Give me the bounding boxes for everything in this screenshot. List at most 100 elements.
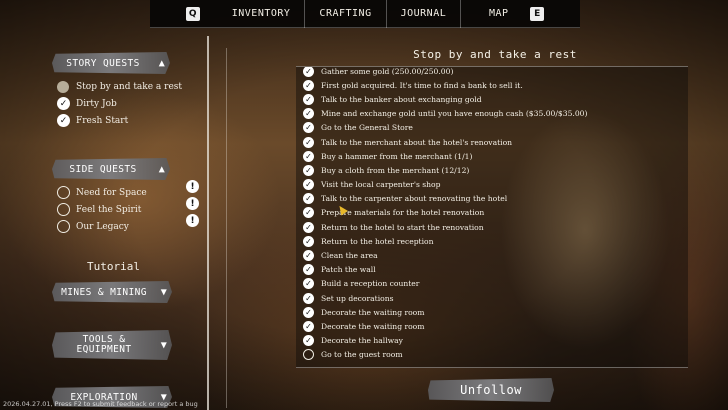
- quest-task: ✓ Build a reception counter: [303, 277, 587, 291]
- side-quests-label: SIDE QUESTS: [69, 163, 137, 175]
- check-icon: ✓: [57, 114, 70, 127]
- quest-task-label: Buy a hammer from the merchant (1/1): [321, 151, 473, 161]
- check-icon: ✓: [303, 67, 314, 77]
- check-icon: ✓: [303, 108, 314, 120]
- quest-task: ✓ Decorate the waiting room: [303, 319, 587, 333]
- quest-task: ✓ Patch the wall: [303, 263, 587, 277]
- quest-task-label: Decorate the waiting room: [321, 321, 425, 331]
- check-icon: ✓: [303, 292, 314, 304]
- q-key-hint[interactable]: Q: [185, 6, 200, 21]
- side-quest-item[interactable]: Need for Space: [57, 186, 147, 199]
- quest-task: ✓ Buy a cloth from the merchant (12/12): [303, 163, 587, 177]
- check-icon: ✓: [303, 221, 314, 233]
- exclamation-icon: !: [186, 214, 199, 227]
- check-icon: ✓: [303, 250, 314, 262]
- quest-task-panel[interactable]: ✓ Gather some gold (250.00/250.00) ✓ First…: [296, 66, 688, 368]
- quest-task-label: Buy a cloth from the merchant (12/12): [321, 165, 470, 175]
- check-icon: ✓: [303, 136, 314, 148]
- check-icon: ✓: [303, 320, 314, 332]
- tutorial-section-label: MINES & MINING: [61, 286, 147, 298]
- quest-title: Stop by and take a rest: [413, 48, 577, 61]
- tutorial-mines-mining[interactable]: MINES & MINING ▼: [52, 281, 172, 303]
- incomplete-quest-icon: [57, 220, 70, 233]
- check-icon: ✓: [303, 278, 314, 290]
- side-quest-label: Our Legacy: [76, 221, 129, 232]
- check-icon: ✓: [303, 150, 314, 162]
- check-icon: ✓: [303, 306, 314, 318]
- quest-task-label: Return to the hotel to start the renovat…: [321, 222, 484, 232]
- quest-task: ✓ Return to the hotel to start the renova…: [303, 220, 587, 234]
- top-navigation: Q INVENTORY CRAFTING JOURNAL MAP E: [150, 0, 580, 28]
- tutorial-section-line: EQUIPMENT: [76, 344, 132, 355]
- check-icon: ✓: [303, 179, 314, 191]
- quest-task-label: Gather some gold (250.00/250.00): [321, 66, 454, 76]
- chevron-down-icon: ▼: [160, 339, 168, 351]
- quest-task: ✓ Talk to the carpenter about renovating …: [303, 192, 587, 206]
- story-quest-label: Fresh Start: [76, 115, 129, 126]
- quest-task: ✓ Set up decorations: [303, 291, 587, 305]
- check-icon: ✓: [303, 235, 314, 247]
- quest-task-label: Visit the local carpenter's shop: [321, 180, 441, 190]
- tab-journal[interactable]: JOURNAL: [385, 0, 461, 28]
- side-quest-item[interactable]: Feel the Spirit: [57, 203, 141, 216]
- story-quests-header[interactable]: STORY QUESTS ▲: [52, 52, 170, 74]
- quest-task: ✓ Gather some gold (250.00/250.00): [303, 66, 587, 78]
- quest-task: ✓ Return to the hotel reception: [303, 234, 587, 248]
- quest-task: ✓ Go to the General Store: [303, 121, 587, 135]
- story-quest-item[interactable]: ✓ Fresh Start: [57, 114, 128, 127]
- tutorial-section-label: TOOLS & EQUIPMENT: [52, 335, 156, 355]
- tutorial-title: Tutorial: [87, 260, 140, 273]
- side-quest-item[interactable]: Our Legacy: [57, 220, 129, 233]
- check-icon: ✓: [303, 164, 314, 176]
- quest-task: ✓ Talk to the merchant about the hotel's …: [303, 135, 587, 149]
- check-icon: ✓: [57, 97, 70, 110]
- story-quest-item[interactable]: ✓ Dirty Job: [57, 97, 117, 110]
- tab-inventory[interactable]: INVENTORY: [218, 0, 305, 28]
- quest-task-label: Clean the area: [321, 251, 378, 261]
- build-version-footer: 2026.04.27.01, Press F2 to submit feedba…: [3, 400, 198, 408]
- check-icon: ✓: [303, 122, 314, 134]
- quest-task-label: Return to the hotel reception: [321, 236, 434, 246]
- chevron-up-icon: ▲: [158, 163, 166, 175]
- unfollow-button[interactable]: Unfollow: [428, 378, 554, 402]
- quest-task: ✓ Clean the area: [303, 248, 587, 262]
- quest-task-label: Go to the General Store: [321, 123, 413, 133]
- quest-task-label: First gold acquired. It's time to find a…: [321, 80, 523, 90]
- quest-task-label: Decorate the waiting room: [321, 307, 425, 317]
- quest-task-list: ✓ Gather some gold (250.00/250.00) ✓ First…: [303, 66, 587, 362]
- side-quests-header[interactable]: SIDE QUESTS ▲: [52, 158, 170, 180]
- quest-task: ✓ Visit the local carpenter's shop: [303, 178, 587, 192]
- side-quest-label: Feel the Spirit: [76, 204, 142, 215]
- quest-task-label: Talk to the banker about exchanging gold: [321, 94, 482, 104]
- quest-task-label: Talk to the merchant about the hotel's r…: [321, 137, 513, 147]
- incomplete-quest-icon: [57, 203, 70, 216]
- story-quest-label: Stop by and take a rest: [76, 82, 183, 92]
- story-quest-item[interactable]: Stop by and take a rest: [57, 81, 182, 93]
- story-quests-label: STORY QUESTS: [66, 57, 140, 69]
- active-quest-icon: [57, 81, 69, 93]
- quest-task-label: Decorate the hallway: [321, 336, 403, 346]
- story-quest-label: Dirty Job: [76, 98, 117, 109]
- check-icon: ✓: [303, 264, 314, 276]
- quest-task-label: Build a reception counter: [321, 279, 420, 289]
- tutorial-tools-equipment[interactable]: TOOLS & EQUIPMENT ▼: [52, 330, 172, 360]
- side-quest-label: Need for Space: [76, 187, 147, 198]
- check-icon: ✓: [303, 193, 314, 205]
- tab-map[interactable]: MAP: [460, 0, 536, 28]
- check-icon: ✓: [303, 79, 314, 91]
- check-icon: ✓: [303, 93, 314, 105]
- e-key-hint[interactable]: E: [530, 6, 545, 21]
- check-icon: ✓: [303, 335, 314, 347]
- quest-task-label: Talk to the carpenter about renovating t…: [321, 194, 508, 204]
- quest-task: ✓ Buy a hammer from the merchant (1/1): [303, 149, 587, 163]
- exclamation-icon: !: [186, 180, 199, 193]
- column-divider: [207, 36, 209, 410]
- incomplete-quest-icon: [57, 186, 70, 199]
- quest-task-label: Go to the guest room: [321, 350, 403, 360]
- chevron-down-icon: ▼: [160, 286, 168, 298]
- incomplete-task-icon: [303, 349, 314, 361]
- chevron-up-icon: ▲: [158, 57, 166, 69]
- tab-crafting[interactable]: CRAFTING: [304, 0, 385, 28]
- quest-task-label: Mine and exchange gold until you have en…: [321, 109, 588, 119]
- quest-task: ✓ Mine and exchange gold until you have e…: [303, 107, 587, 121]
